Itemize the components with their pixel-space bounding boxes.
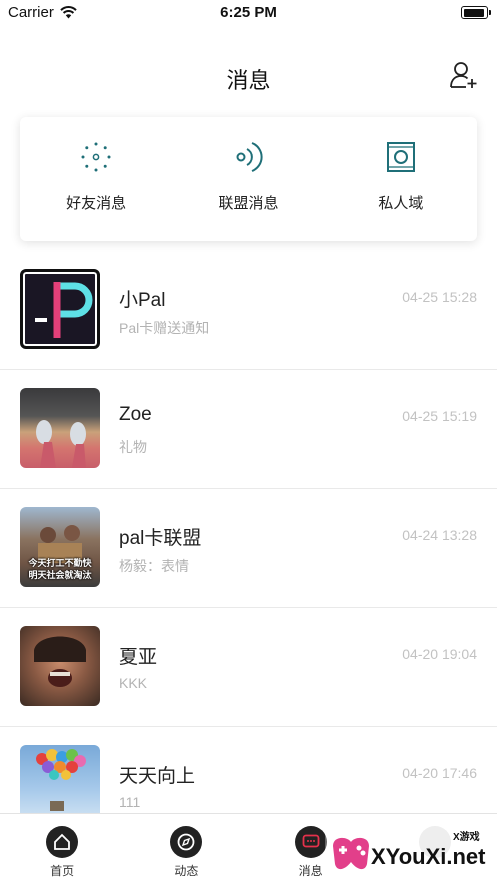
home-icon [46,826,79,858]
message-preview: 礼物 [119,439,147,455]
message-category-card: 好友消息 联盟消息 私人域 [20,117,477,241]
contact-name: 夏亚 [119,647,158,668]
nav-bar: 消息 [0,50,497,102]
status-bar: Carrier 6:25 PM [0,0,497,26]
category-friends[interactable]: 好友消息 [20,117,172,241]
tab-messages-label: 消息 [298,864,323,878]
watermark-text: XYouXi.net [371,844,486,869]
message-list: 小Pal Pal卡赠送通知 04-25 15:28 Zoe 礼物 04-25 1… [0,251,497,846]
category-private-label: 私人域 [378,195,424,212]
contact-name: 小Pal [119,290,166,311]
avatar [20,626,100,706]
page-title: 消息 [226,68,271,93]
tab-feed-label: 动态 [174,864,199,878]
message-time: 04-25 15:19 [402,408,477,424]
add-user-icon[interactable] [449,60,479,90]
avatar: 今天打工不勤快 明天社会就淘汰 [20,507,100,587]
message-preview: 杨毅：表情 [119,558,189,574]
watermark: X游戏 XYouXi.net [325,818,497,883]
compass-icon [170,826,203,858]
message-time: 04-24 13:28 [402,527,477,543]
contact-name: 天天向上 [119,766,196,787]
message-row[interactable]: 今天打工不勤快 明天社会就淘汰 pal卡联盟 杨毅：表情 04-24 13:28 [0,489,497,608]
battery-icon [461,6,491,19]
category-friends-label: 好友消息 [66,195,127,212]
message-time: 04-25 15:28 [402,289,477,305]
contact-name: pal卡联盟 [119,528,202,549]
message-icon [294,826,327,858]
category-private[interactable]: 私人域 [325,117,477,241]
photo-image [36,420,86,468]
message-preview: 111 [119,794,141,810]
category-alliance-label: 联盟消息 [218,195,279,212]
watermark-small-text: X游戏 [453,832,480,843]
tab-home-label: 首页 [50,864,75,878]
message-preview: Pal卡赠送通知 [119,320,210,336]
friends-dots-icon [81,142,111,172]
meme-caption: 今天打工不勤快 明天社会就淘汰 [28,558,92,580]
avatar [20,388,100,468]
message-time: 04-20 19:04 [402,646,477,662]
message-row[interactable]: 夏亚 KKK 04-20 19:04 [0,608,497,727]
signal-waves-icon [236,142,264,172]
avatar [20,269,100,349]
gamepad-logo-icon [333,837,369,870]
message-preview: KKK [119,675,148,691]
message-time: 04-20 17:46 [402,765,477,781]
message-row[interactable]: Zoe 礼物 04-25 15:19 [0,370,497,489]
tab-feed[interactable]: 动态 [124,814,248,883]
tab-home[interactable]: 首页 [0,814,124,883]
meme-face-image [34,636,86,687]
category-alliance[interactable]: 联盟消息 [172,117,324,241]
square-circle-icon [386,142,415,172]
contact-name: Zoe [119,404,152,425]
message-row[interactable]: 小Pal Pal卡赠送通知 04-25 15:28 [0,251,497,370]
pal-logo-icon [35,282,93,338]
clock: 6:25 PM [220,4,277,21]
